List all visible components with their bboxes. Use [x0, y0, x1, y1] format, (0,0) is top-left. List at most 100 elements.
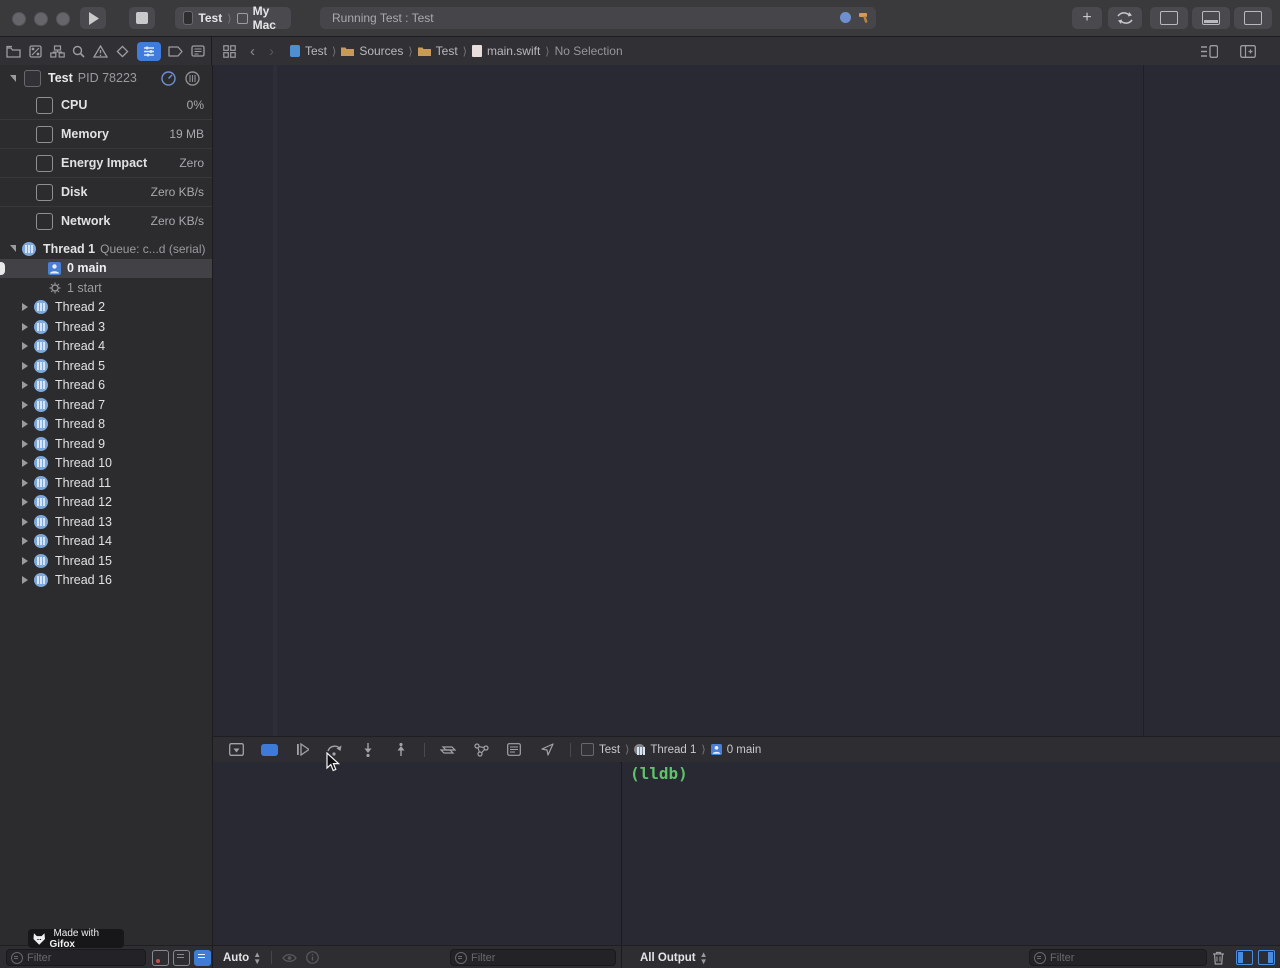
hide-navigator-button[interactable] — [1150, 7, 1188, 29]
thread-row[interactable]: Thread 9 — [0, 434, 212, 454]
thread-row[interactable]: Thread 11 — [0, 473, 212, 493]
find-navigator-icon[interactable] — [72, 45, 85, 58]
gauge-row-disk[interactable]: Disk Zero KB/s — [0, 177, 212, 206]
disclosure-closed-icon[interactable] — [22, 401, 28, 409]
close-window-button[interactable] — [12, 12, 26, 26]
run-button[interactable] — [80, 7, 106, 29]
crumb-frame[interactable]: 0 main — [727, 744, 762, 756]
toggle-variables-pane-button[interactable] — [1236, 950, 1253, 965]
issue-navigator-icon[interactable] — [93, 45, 108, 58]
debug-navigator-tab-active[interactable] — [137, 42, 161, 61]
variables-scope-popup[interactable]: Auto ▲▼ — [223, 951, 261, 965]
thread-row[interactable]: Thread 3 — [0, 317, 212, 337]
go-forward-button[interactable]: › — [269, 43, 274, 60]
toggle-editor-button[interactable] — [1108, 7, 1142, 29]
debug-view-hierarchy-button[interactable] — [438, 741, 458, 759]
thread-row[interactable]: Thread 10 — [0, 454, 212, 474]
thread-row[interactable]: Thread 15 — [0, 551, 212, 571]
source-editor[interactable] — [213, 65, 1280, 736]
thread-row[interactable]: Thread 4 — [0, 337, 212, 357]
disclosure-closed-icon[interactable] — [22, 420, 28, 428]
breadcrumb-project[interactable]: Test — [305, 44, 327, 58]
step-out-button[interactable] — [391, 741, 411, 759]
view-by-thread-scope-button-active[interactable] — [194, 950, 211, 966]
gauge-row-network[interactable]: Network Zero KB/s — [0, 206, 212, 235]
build-hammer-icon[interactable] — [858, 11, 871, 24]
disclosure-closed-icon[interactable] — [22, 440, 28, 448]
thread-row[interactable]: Thread 6 — [0, 376, 212, 396]
gauge-row-cpu[interactable]: CPU 0% — [0, 91, 212, 119]
zoom-window-button[interactable] — [56, 12, 70, 26]
thread-row[interactable]: Thread 12 — [0, 493, 212, 513]
breadcrumb-sources[interactable]: Sources — [359, 44, 403, 58]
show-only-running-scope-button[interactable] — [173, 950, 190, 966]
adjust-editor-options-icon[interactable] — [1201, 45, 1218, 58]
console-scope-popup[interactable]: All Output ▲▼ — [640, 951, 708, 965]
stack-frame-1-start[interactable]: 1 start — [0, 278, 212, 298]
disclosure-open-icon[interactable] — [10, 75, 16, 82]
console-filter-input[interactable]: Filter — [1029, 949, 1207, 966]
thread-row[interactable]: Thread 7 — [0, 395, 212, 415]
breadcrumb-selection[interactable]: No Selection — [555, 44, 623, 58]
breakpoints-toggle-button[interactable] — [259, 741, 279, 759]
simulate-location-button[interactable] — [537, 741, 557, 759]
disclosure-closed-icon[interactable] — [22, 498, 28, 506]
variables-view[interactable] — [213, 762, 620, 945]
go-back-button[interactable]: ‹ — [250, 43, 255, 60]
disclosure-open-icon[interactable] — [10, 245, 16, 252]
console-view[interactable]: (lldb) — [621, 762, 1280, 945]
disclosure-closed-icon[interactable] — [22, 362, 28, 370]
step-into-button[interactable] — [358, 741, 378, 759]
symbol-navigator-icon[interactable] — [50, 45, 65, 58]
disclosure-closed-icon[interactable] — [22, 303, 28, 311]
process-row[interactable]: Test PID 78223 — [0, 65, 212, 91]
debug-indicator-icon[interactable] — [840, 12, 851, 23]
show-only-crashed-scope-button[interactable] — [152, 950, 169, 966]
disclosure-closed-icon[interactable] — [22, 537, 28, 545]
breakpoint-navigator-icon[interactable] — [168, 46, 183, 57]
add-editor-icon[interactable] — [1240, 45, 1256, 58]
stop-button[interactable] — [129, 7, 155, 29]
debug-memory-graph-button[interactable] — [471, 741, 491, 759]
toggle-inspector-button[interactable] — [1234, 7, 1272, 29]
hide-debug-area-button[interactable] — [226, 741, 246, 759]
breadcrumb-group[interactable]: Test — [436, 44, 458, 58]
scheme-selector[interactable]: Test ⟩ My Mac — [175, 7, 291, 29]
minimize-window-button[interactable] — [34, 12, 48, 26]
thread-row[interactable]: Thread 13 — [0, 512, 212, 532]
disclosure-closed-icon[interactable] — [22, 323, 28, 331]
editor-minimap[interactable] — [1143, 65, 1280, 736]
continue-button[interactable] — [292, 741, 312, 759]
report-navigator-icon[interactable] — [191, 45, 205, 57]
test-navigator-icon[interactable] — [116, 45, 129, 58]
variables-filter-input[interactable]: Filter — [450, 949, 616, 966]
disclosure-closed-icon[interactable] — [22, 557, 28, 565]
disclosure-closed-icon[interactable] — [22, 518, 28, 526]
stack-frame-0-main[interactable]: 0 main — [0, 259, 212, 279]
toggle-debug-area-button[interactable] — [1192, 7, 1230, 29]
related-items-icon[interactable] — [223, 45, 236, 58]
thread-row[interactable]: Thread 2 — [0, 298, 212, 318]
gauge-row-memory[interactable]: Memory 19 MB — [0, 119, 212, 148]
quick-look-eye-icon[interactable] — [282, 953, 297, 963]
disclosure-closed-icon[interactable] — [22, 576, 28, 584]
profile-in-instruments-icon[interactable] — [161, 71, 176, 86]
view-process-by-thread-icon[interactable] — [185, 71, 200, 86]
crumb-thread[interactable]: Thread 1 — [650, 744, 696, 756]
crumb-process[interactable]: Test — [599, 744, 620, 756]
source-control-navigator-icon[interactable] — [29, 45, 42, 58]
gauge-row-energy-impact[interactable]: Energy Impact Zero — [0, 148, 212, 177]
disclosure-closed-icon[interactable] — [22, 479, 28, 487]
disclosure-closed-icon[interactable] — [22, 459, 28, 467]
environment-overrides-button[interactable] — [504, 741, 524, 759]
project-navigator-icon[interactable] — [6, 45, 21, 58]
thread-row[interactable]: Thread 5 — [0, 356, 212, 376]
thread-row[interactable]: Thread 8 — [0, 415, 212, 435]
thread-row[interactable]: Thread 16 — [0, 571, 212, 591]
disclosure-closed-icon[interactable] — [22, 381, 28, 389]
toggle-console-pane-button[interactable] — [1258, 950, 1275, 965]
library-button[interactable]: + — [1072, 7, 1102, 29]
breadcrumb-file[interactable]: main.swift — [487, 44, 540, 58]
disclosure-closed-icon[interactable] — [22, 342, 28, 350]
info-icon[interactable] — [306, 951, 319, 964]
